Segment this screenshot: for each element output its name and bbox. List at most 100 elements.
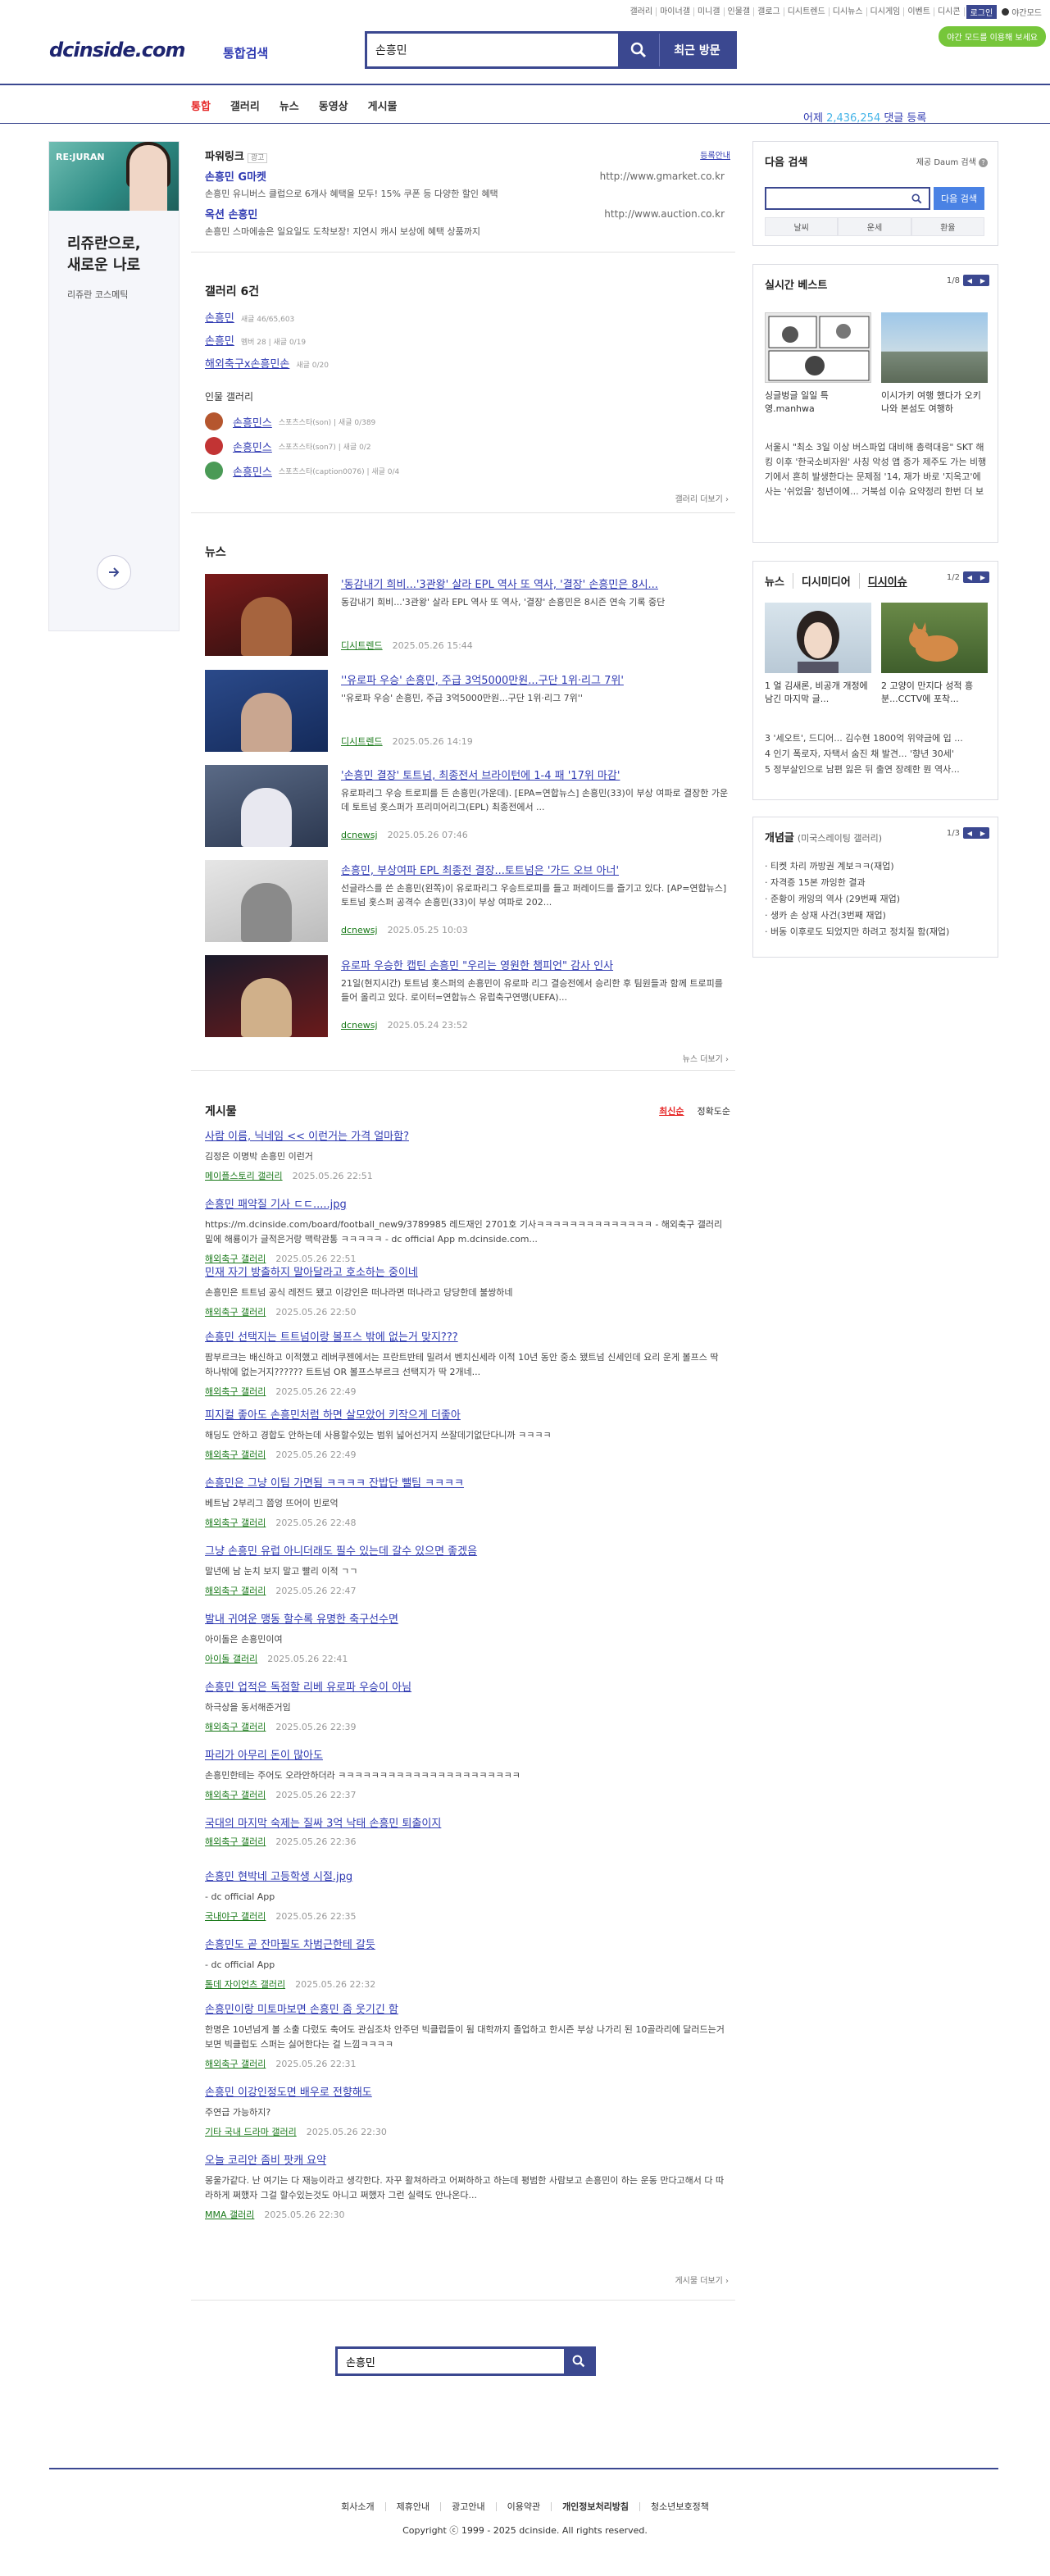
post-title[interactable]: 그냥 손흥민 유럽 아니더래도 필수 있는데 갈수 있으면 좋겠음 (205, 1542, 730, 1558)
post-source[interactable]: 해외축구 갤러리 (205, 1722, 266, 1732)
powerlink-guide-link[interactable]: 등록안내 (700, 148, 730, 161)
news-item[interactable]: '동감내기 희비...'3관왕' 살라 EPL 역사 또 역사, '결장' 손흥… (205, 574, 730, 656)
post-source[interactable]: 메이플스토리 갤러리 (205, 1171, 283, 1181)
daum-tab-fortune[interactable]: 운세 (838, 217, 911, 236)
pager-buttons[interactable]: ◀ ▶ (963, 571, 989, 583)
post-item[interactable]: 피지컬 좋아도 손흥민처럼 하면 살모았어 키작으게 더좋아 해딩도 안하고 경합… (205, 1406, 730, 1461)
post-item[interactable]: 그냥 손흥민 유럽 아니더래도 필수 있는데 갈수 있으면 좋겠음 말년에 남 눈… (205, 1542, 730, 1597)
person-gallery-name[interactable]: 손흥민스 (233, 414, 272, 430)
post-title[interactable]: 손흥민이랑 미토마보면 손흥민 좀 웃기긴 함 (205, 2000, 730, 2016)
post-source[interactable]: 해외축구 갤러리 (205, 1790, 266, 1800)
post-title[interactable]: 피지컬 좋아도 손흥민처럼 하면 살모았어 키작으게 더좋아 (205, 1406, 730, 1422)
news-title[interactable]: 손흥민, 부상여파 EPL 최종전 결장...토트넘은 '가드 오브 아너' (341, 862, 730, 877)
post-source[interactable]: 아이돌 갤러리 (205, 1654, 257, 1664)
recent-visit-button[interactable]: 최근 방문 (659, 34, 734, 66)
dark-mode-promo[interactable]: 야간 모드를 이용해 보세요 (939, 26, 1046, 47)
posts-more-link[interactable]: 게시물 더보기 › (675, 2273, 729, 2286)
login-button[interactable]: 로그인 (966, 5, 998, 19)
post-source[interactable]: 톰데 자이언츠 갤러리 (205, 1979, 285, 1990)
footer-link-ads[interactable]: 광고안내 (441, 2502, 497, 2511)
person-gallery-item[interactable]: 손흥민스 스포츠스타(son) | 새글 0/389 (205, 412, 375, 430)
post-title[interactable]: 국대의 마지막 숙제는 질싸 3억 낙태 손흥민 퇴출이지 (205, 1814, 730, 1830)
footer-link-youth[interactable]: 청소년보호정책 (640, 2502, 720, 2511)
post-item[interactable]: 국대의 마지막 숙제는 질싸 3억 낙태 손흥민 퇴출이지 해외축구 갤러리 202… (205, 1814, 730, 1848)
tab-posts[interactable]: 게시물 (368, 98, 398, 113)
person-gallery-name[interactable]: 손흥민스 (233, 439, 272, 454)
pager-buttons[interactable]: ◀ ▶ (963, 827, 989, 839)
news-thumbnail[interactable] (205, 574, 328, 656)
post-source[interactable]: 국내야구 갤러리 (205, 1911, 266, 1922)
powerlink-item-url[interactable]: http://www.auction.co.kr (604, 208, 725, 220)
tab-news[interactable]: 뉴스 (280, 98, 299, 113)
list-item-text[interactable]: 자격증 15본 까잉한 결과 (770, 877, 866, 888)
list-item[interactable]: 3 '세오트', 드디어... 김수현 1800억 위약금에 입 ... (765, 730, 988, 746)
search-button[interactable] (618, 34, 659, 66)
post-item[interactable]: 손흥민 패약질 기사 ㄷㄷ.....jpg https://m.dcinside.… (205, 1195, 730, 1265)
news-source[interactable]: dcnewsj (341, 1020, 378, 1031)
post-source[interactable]: 해외축구 갤러리 (205, 1386, 266, 1397)
post-title[interactable]: 손흥민 현박네 고등학생 시절.jpg (205, 1868, 730, 1883)
daum-tab-weather[interactable]: 날씨 (765, 217, 839, 236)
next-icon[interactable]: ▶ (980, 574, 985, 581)
news-title[interactable]: 유로파 우승한 캡틴 손흥민 "우리는 영원한 챔피언" 감사 인사 (341, 957, 730, 972)
left-ad-banner[interactable]: RE:JURAN 리쥬란으로, 새로운 나로 리쥬란 코스메틱 (48, 141, 180, 631)
post-item[interactable]: 손흥민 업적은 독점할 리베 유로파 우승이 아님 하극상을 동서해준거임 해외축구… (205, 1678, 730, 1733)
footer-link-terms[interactable]: 이용약관 (497, 2502, 552, 2511)
post-item[interactable]: 손흥민 현박네 고등학생 시절.jpg - dc official App 국내야구… (205, 1868, 730, 1923)
news-item[interactable]: ''유로파 우승' 손흥민, 주급 3억5000만원...구단 1위·리그 7위… (205, 670, 730, 752)
powerlink-item[interactable]: 손흥민 G마켓 손흥민 유니버스 클럽으로 6개사 혜택을 모두! 15% 쿠폰… (205, 168, 730, 200)
util-link-minor[interactable]: 마이너갤 (657, 7, 694, 16)
post-title[interactable]: 손흥민 이강인정도면 배우로 전향해도 (205, 2083, 730, 2099)
tab-video[interactable]: 동영상 (319, 98, 348, 113)
post-item[interactable]: 손흥민 선택지는 트트넘이랑 볼프스 밖에 없는거 맞지??? 팜부르크는 배신하… (205, 1328, 730, 1398)
post-source[interactable]: 해외축구 갤러리 (205, 1836, 266, 1847)
news-title[interactable]: ''유로파 우승' 손흥민, 주급 3억5000만원...구단 1위·리그 7위… (341, 671, 730, 687)
concept-gallery-name[interactable]: (미국스레이팅 갤러리) (798, 833, 882, 844)
gallery-item[interactable]: 손흥민 새글 46/65,603 (205, 309, 294, 325)
realtime-list[interactable]: 서울시 "최소 3일 이상 버스파업 대비해 총력대응" SKT 해킹 이후 '… (765, 440, 988, 501)
list-item-text[interactable]: 준황이 캐잉의 역사 (29번째 재업) (770, 894, 900, 904)
post-title[interactable]: 손흥민 패약질 기사 ㄷㄷ.....jpg (205, 1195, 730, 1211)
sort-newest-button[interactable]: 최신순 (659, 1106, 684, 1117)
bottom-search-input[interactable] (338, 2349, 564, 2373)
gallery-item[interactable]: 손흥민 멤버 28 | 새글 0/19 (205, 332, 306, 348)
util-link-mini[interactable]: 미니갤 (694, 7, 725, 16)
site-logo[interactable]: dcinside.com (49, 39, 186, 61)
list-item[interactable]: · 자격증 15본 까잉한 결과 (765, 875, 988, 891)
news-source[interactable]: 디시트렌드 (341, 640, 383, 651)
post-item[interactable]: 손흥민도 곧 잔마필도 차범근한테 갈듯 - dc official App 톰데 … (205, 1936, 730, 1991)
post-item[interactable]: 손흥민이랑 미토마보면 손흥민 좀 웃기긴 함 한명은 10년넘게 볼 소출 다렀… (205, 2000, 730, 2070)
daum-search-button[interactable]: 다음 검색 (934, 187, 984, 210)
post-source[interactable]: 해외축구 갤러리 (205, 1307, 266, 1318)
news-title[interactable]: '동감내기 희비...'3관왕' 살라 EPL 역사 또 역사, '결장' 손흥… (341, 576, 730, 591)
powerlink-item-url[interactable]: http://www.gmarket.co.kr (600, 171, 725, 182)
prev-icon[interactable]: ◀ (967, 830, 972, 837)
realtime-thumb[interactable] (765, 312, 871, 383)
daum-tab-exchange[interactable]: 환율 (911, 217, 984, 236)
post-source[interactable]: 해외축구 갤러리 (205, 1450, 266, 1460)
tab-gallery[interactable]: 갤러리 (230, 98, 260, 113)
post-source[interactable]: 해외축구 갤러리 (205, 2059, 266, 2069)
post-source[interactable]: 해외축구 갤러리 (205, 1586, 266, 1596)
news-item[interactable]: '손흥민 결장' 토트넘, 최종전서 브라이턴에 1-4 패 '17위 마감' … (205, 765, 730, 847)
list-item[interactable]: · 준황이 캐잉의 역사 (29번째 재업) (765, 891, 988, 908)
list-item[interactable]: 4 인기 폭로자, 자택서 숨진 채 발견... '향년 30세' (765, 746, 988, 762)
prev-icon[interactable]: ◀ (967, 277, 972, 284)
list-item[interactable]: · 버동 이후로도 되었지만 하려고 정치질 함(재업) (765, 924, 988, 940)
issue-tab-news[interactable]: 뉴스 (765, 573, 793, 589)
gallery-item-name[interactable]: 손흥민 (205, 335, 234, 348)
post-item[interactable]: 손흥민은 그냥 이팀 가면됨 ㅋㅋㅋㅋ 잔밥단 뺄팀 ㅋㅋㅋㅋ 베트남 2부리그 … (205, 1474, 730, 1529)
news-source[interactable]: dcnewsj (341, 830, 378, 840)
news-item[interactable]: 유로파 우승한 캡틴 손흥민 "우리는 영원한 챔피언" 감사 인사 21일(현… (205, 955, 730, 1037)
util-link-gallog[interactable]: 갤로그 (754, 7, 784, 16)
next-icon[interactable]: ▶ (980, 277, 985, 284)
prev-icon[interactable]: ◀ (967, 574, 972, 581)
post-source[interactable]: MMA 갤러리 (205, 2210, 254, 2220)
util-link-trend[interactable]: 디시트렌드 (784, 7, 830, 16)
realtime-thumb-caption[interactable]: 싱글벙글 일일 특영.manhwa (765, 389, 871, 416)
util-link-gallery[interactable]: 갤러리 (626, 7, 657, 16)
person-gallery-item[interactable]: 손흥민스 스포츠스타(caption0076) | 새글 0/4 (205, 462, 399, 480)
news-title[interactable]: '손흥민 결장' 토트넘, 최종전서 브라이턴에 1-4 패 '17위 마감' (341, 767, 730, 782)
pager-buttons[interactable]: ◀ ▶ (963, 275, 989, 286)
search-input[interactable] (367, 34, 618, 66)
